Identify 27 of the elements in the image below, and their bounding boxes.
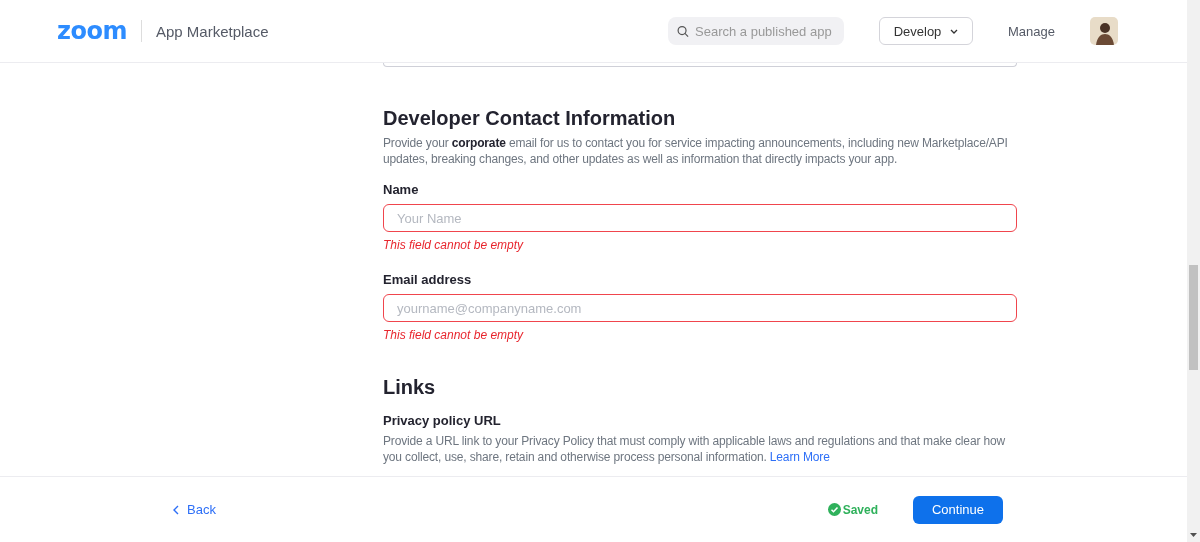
saved-status: Saved [842,502,878,517]
search-icon [677,24,689,38]
section-heading: Developer Contact Information [383,107,677,130]
scroll-down-icon[interactable] [1190,533,1197,537]
search-field[interactable]: Search a published app [668,17,844,45]
caret-icon [950,28,959,34]
app-title: App Marketplace [155,22,269,40]
back-link[interactable]: Back [173,502,216,517]
manage-link[interactable]: Manage [1008,23,1055,39]
continue-button[interactable]: Continue [913,495,1003,524]
chevron-left-icon [173,504,179,515]
field-label: Privacy policy URL [383,413,502,428]
scrollbar-thumb[interactable] [1189,265,1198,370]
field-label: Email address [383,272,473,287]
check-circle-icon [827,503,841,516]
input-field[interactable]: Your Name [383,204,1017,232]
section-description: Provide your corporate email for us to contact you for service impacting announcements, including new Marketplace/API updates, breaking changes, and other updates as well as information that directly impacts your app. [383,135,1009,167]
field-description: Provide a URL link to your Privacy Policy that must comply with applicable laws and regulations and that make clear how you collect, use, share, retain and otherwise process personal information. Learn More [383,433,1006,465]
error-message: This field cannot be empty [383,328,525,342]
develop-dropdown[interactable]: Develop [879,17,973,45]
learn-more-link[interactable]: Learn More [769,450,830,464]
section-heading: Links [383,376,437,399]
error-message: This field cannot be empty [383,238,525,252]
logo[interactable]: zoom [57,17,127,45]
field-label: Name [383,182,420,197]
input-field[interactable]: yourname@companyname.com [383,294,1017,322]
avatar[interactable] [1090,17,1118,45]
